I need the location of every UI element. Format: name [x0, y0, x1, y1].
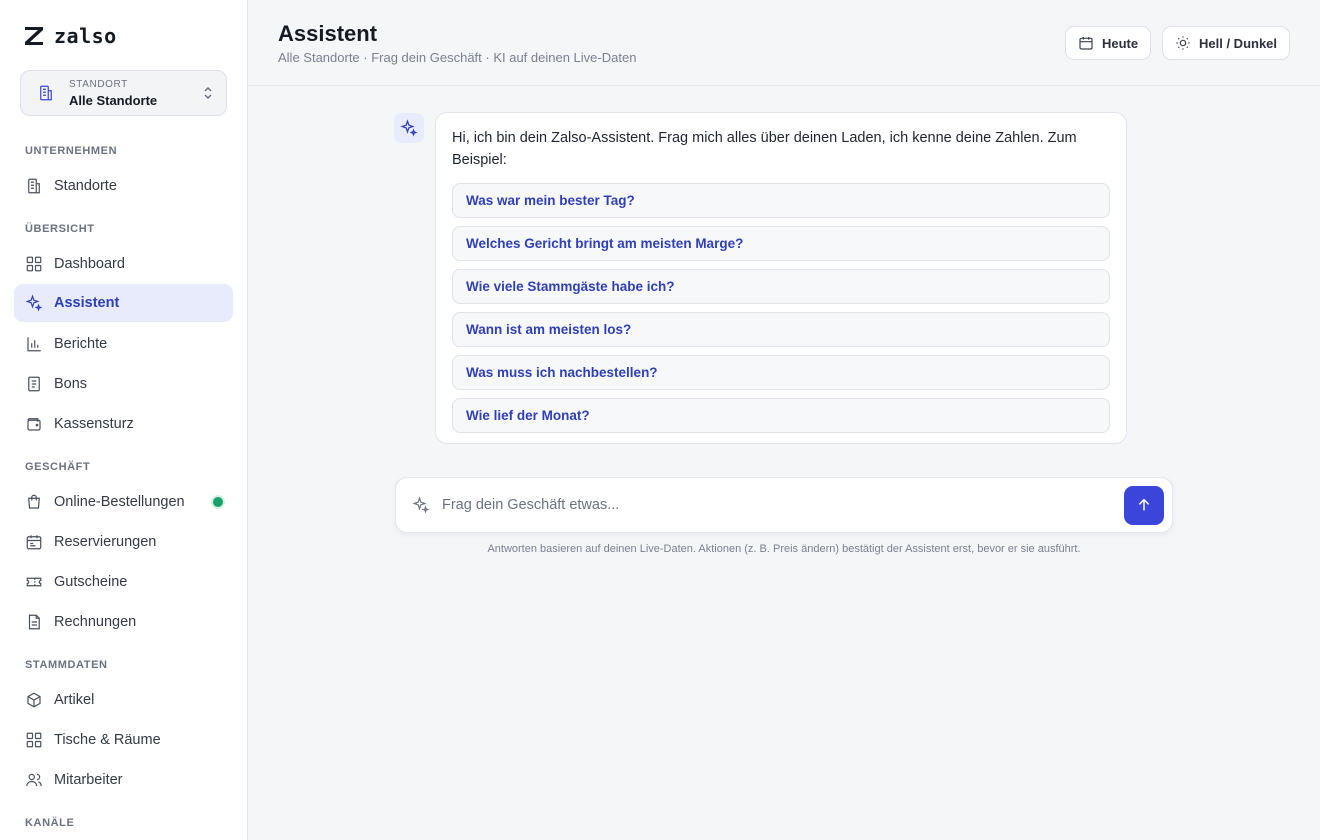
- suggestion-button[interactable]: Was war mein bester Tag?: [452, 183, 1110, 218]
- receipt-icon: [28, 376, 40, 392]
- bar-chart-icon: [27, 337, 41, 352]
- assistant-intro-text: Hi, ich bin dein Zalso-Assistent. Frag m…: [452, 130, 1077, 168]
- sidebar-item-label: Gutscheine: [54, 574, 128, 590]
- page-title: Assistent: [278, 21, 378, 46]
- sidebar-item-label: Reservierungen: [54, 534, 157, 550]
- sidebar-item-rechnungen[interactable]: Rechnungen: [14, 603, 233, 641]
- grid-icon: [26, 732, 42, 748]
- sidebar-item-label: Bons: [54, 376, 88, 392]
- sidebar-item-gutscheine[interactable]: Gutscheine: [14, 563, 233, 601]
- sidebar-item-kassensturz[interactable]: Kassensturz: [14, 405, 233, 443]
- sidebar-item-label: Berichte: [54, 336, 108, 352]
- sidebar-item-label: Standorte: [54, 178, 117, 194]
- section-geschaeft: GESCHÄFT: [25, 461, 91, 473]
- sidebar-item-label: Artikel: [54, 692, 95, 708]
- sidebar-item-label: Tische & Räume: [54, 732, 161, 748]
- sidebar-item-label: Kassensturz: [54, 416, 134, 432]
- suggestion-button[interactable]: Wann ist am meisten los?: [452, 312, 1110, 347]
- suggestion-button[interactable]: Welches Gericht bringt am meisten Marge?: [452, 226, 1110, 261]
- sidebar-item-label: Dashboard: [54, 256, 125, 272]
- box-icon: [27, 692, 41, 708]
- zalso-logo-icon: [25, 27, 43, 45]
- ticket-icon: [26, 577, 42, 587]
- today-button-label: Heute: [1102, 35, 1139, 51]
- sidebar-item-label: Mitarbeiter: [54, 772, 123, 788]
- sidebar-item-reservierungen[interactable]: Reservierungen: [14, 523, 233, 561]
- disclaimer-text: Antworten basieren auf deinen Live-Daten…: [487, 543, 1081, 555]
- location-value: Alle Standorte: [69, 92, 158, 108]
- building-icon: [28, 178, 40, 194]
- sidebar-item-online-bestellungen[interactable]: Online-Bestellungen: [14, 483, 233, 521]
- sidebar-item-assistent[interactable]: Assistent: [14, 284, 233, 322]
- theme-toggle-button[interactable]: Hell / Dunkel: [1162, 26, 1291, 60]
- sidebar-item-standorte[interactable]: Standorte: [14, 167, 233, 205]
- calendar-list-icon: [26, 535, 42, 550]
- sidebar-item-label: Online-Bestellungen: [54, 494, 185, 510]
- building-icon: [40, 85, 52, 101]
- section-uebersicht: ÜBERSICHT: [25, 223, 95, 235]
- suggestion-list: Was war mein bester Tag? Welches Gericht…: [452, 183, 1110, 433]
- calendar-icon: [1079, 37, 1093, 50]
- section-stammdaten: STAMMDATEN: [25, 659, 108, 671]
- chat-composer: [395, 477, 1173, 533]
- wallet-icon: [27, 418, 41, 431]
- sidebar-item-bons[interactable]: Bons: [14, 365, 233, 403]
- sidebar-item-artikel[interactable]: Artikel: [14, 681, 233, 719]
- online-status-dot: [213, 497, 223, 507]
- assistant-avatar: [394, 113, 424, 143]
- theme-toggle-label: Hell / Dunkel: [1199, 35, 1278, 51]
- location-caption: STANDORT: [69, 78, 128, 90]
- shopping-bag-icon: [28, 494, 40, 509]
- today-button[interactable]: Heute: [1065, 26, 1152, 60]
- page-header: Assistent Alle Standorte · Frag dein Ges…: [248, 0, 1320, 86]
- sparkles-icon: [400, 119, 418, 137]
- sun-icon: [1176, 36, 1190, 50]
- sparkles-icon: [412, 496, 430, 514]
- sidebar-item-mitarbeiter[interactable]: Mitarbeiter: [14, 761, 233, 799]
- sparkles-icon: [25, 294, 43, 312]
- document-icon: [28, 614, 40, 630]
- location-selector[interactable]: STANDORT Alle Standorte: [20, 70, 227, 116]
- suggestion-button[interactable]: Wie lief der Monat?: [452, 398, 1110, 433]
- page-subtitle: Alle Standorte · Frag dein Geschäft · KI…: [278, 50, 637, 65]
- chat-input[interactable]: [442, 497, 1124, 513]
- grid-icon: [26, 256, 42, 272]
- assistant-message: Hi, ich bin dein Zalso-Assistent. Frag m…: [435, 112, 1127, 444]
- sidebar-item-tische-raeume[interactable]: Tische & Räume: [14, 721, 233, 759]
- sidebar: zalso STANDORT Alle Standorte UNTERNEHME…: [0, 0, 248, 840]
- sidebar-item-berichte[interactable]: Berichte: [14, 325, 233, 363]
- sidebar-item-label: Rechnungen: [54, 614, 137, 630]
- send-button[interactable]: [1124, 485, 1164, 525]
- sidebar-item-label: Assistent: [54, 295, 120, 311]
- section-unternehmen: UNTERNEHMEN: [25, 145, 118, 157]
- suggestion-button[interactable]: Was muss ich nachbestellen?: [452, 355, 1110, 390]
- logo[interactable]: zalso: [22, 24, 117, 48]
- suggestion-button[interactable]: Wie viele Stammgäste habe ich?: [452, 269, 1110, 304]
- logo-text: zalso: [54, 24, 117, 48]
- arrow-up-icon: [1138, 498, 1150, 511]
- section-kanaele: KANÄLE: [25, 817, 75, 829]
- users-icon: [26, 773, 42, 787]
- chevron-up-down-icon: [204, 86, 212, 100]
- sidebar-item-dashboard[interactable]: Dashboard: [14, 245, 233, 283]
